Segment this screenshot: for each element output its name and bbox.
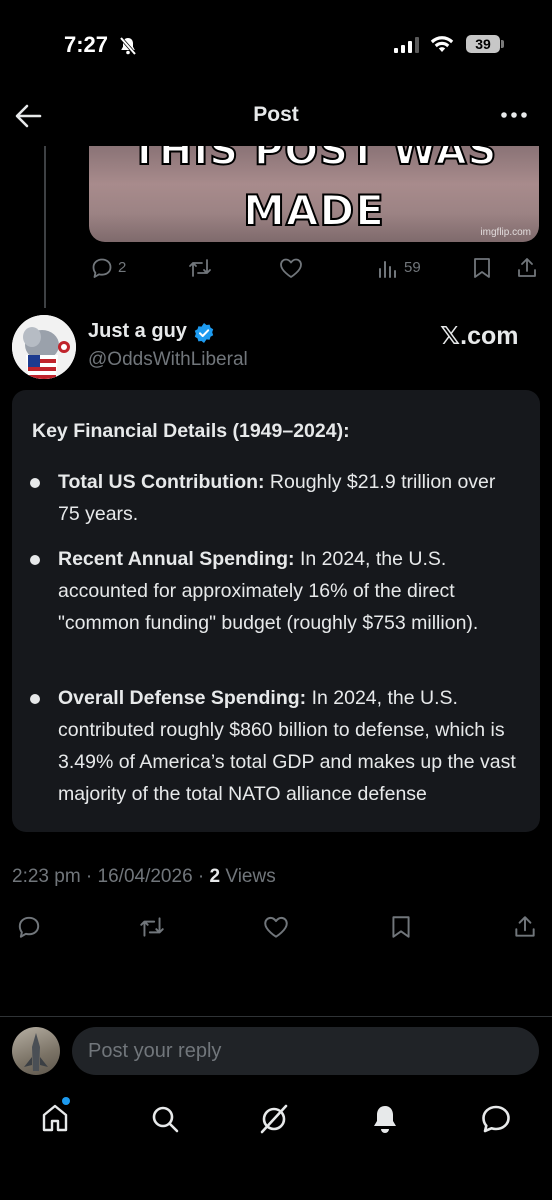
post-views-count: 2 <box>209 866 221 887</box>
reply-input[interactable]: Post your reply <box>72 1027 539 1075</box>
reply-placeholder: Post your reply <box>88 1040 222 1062</box>
more-icon[interactable] <box>500 108 528 122</box>
meme-watermark: imgflip.com <box>480 227 531 238</box>
main-repost-button[interactable] <box>138 914 166 940</box>
bookmark-icon <box>392 916 410 938</box>
reply-avatar[interactable] <box>12 1027 60 1075</box>
bullet-label: Total US Contribution: <box>58 471 265 493</box>
thread-line <box>44 146 46 308</box>
reply-icon <box>92 258 112 278</box>
divider <box>0 1016 552 1017</box>
bullet-item: Overall Defense Spending: In 2024, the U… <box>58 682 518 810</box>
bullet-marker <box>30 694 40 704</box>
search-icon <box>152 1106 179 1133</box>
bell-slash-icon <box>118 36 138 56</box>
post-meta: 2:23 pm · 16/04/2026 · 2 Views <box>12 866 276 888</box>
like-button[interactable] <box>278 256 304 280</box>
battery-tip <box>501 40 504 48</box>
main-bookmark-button[interactable] <box>389 914 413 940</box>
bullet-item: Total US Contribution: Roughly $21.9 tri… <box>58 466 518 530</box>
verified-badge-icon <box>193 322 215 344</box>
like-icon <box>264 916 288 938</box>
repost-button[interactable] <box>187 256 213 280</box>
post-views-label: Views <box>220 866 276 887</box>
repost-icon <box>140 917 164 937</box>
like-icon <box>280 258 302 278</box>
source-label: 𝕏.com <box>440 322 519 350</box>
post-text-card: Key Financial Details (1949–2024): Total… <box>12 390 540 832</box>
nav-messages[interactable] <box>480 1104 512 1134</box>
meme-caption-top: THIS POST WAS <box>130 146 498 175</box>
main-like-button[interactable] <box>262 914 290 940</box>
home-icon <box>42 1104 68 1132</box>
bullet-item: Recent Annual Spending: In 2024, the U.S… <box>58 543 518 639</box>
author-name[interactable]: Just a guy <box>88 320 187 343</box>
bookmark-button[interactable] <box>471 256 493 280</box>
bullet-label: Recent Annual Spending: <box>58 548 295 570</box>
nav-notifications[interactable] <box>371 1103 399 1135</box>
meme-caption-bottom: MADE <box>242 185 385 236</box>
card-title: Key Financial Details (1949–2024): <box>32 420 350 442</box>
share-icon <box>518 258 536 277</box>
status-time: 7:27 <box>64 32 109 57</box>
reply-count: 2 <box>118 259 127 276</box>
reply-icon <box>18 916 40 938</box>
nav-home[interactable] <box>40 1102 70 1134</box>
share-icon <box>515 916 535 937</box>
page-title: Post <box>253 103 299 126</box>
avatar[interactable] <box>12 315 76 379</box>
signal-icon <box>394 37 420 53</box>
grok-icon <box>260 1104 288 1134</box>
nav-search[interactable] <box>150 1104 180 1134</box>
notifications-icon <box>374 1106 396 1133</box>
battery-icon: 39 <box>466 35 500 53</box>
share-button[interactable] <box>515 256 539 280</box>
wifi-icon <box>430 35 454 53</box>
bullet-marker <box>30 478 40 488</box>
bookmark-icon <box>474 258 490 278</box>
bullet-marker <box>30 555 40 565</box>
home-notification-dot <box>62 1097 70 1105</box>
views-count: 59 <box>404 259 421 276</box>
nav-grok[interactable] <box>258 1103 290 1135</box>
repost-icon <box>189 259 211 277</box>
post-timestamp[interactable]: 2:23 pm · 16/04/2026 · <box>12 866 210 887</box>
main-share-button[interactable] <box>512 914 538 940</box>
main-reply-button[interactable] <box>16 914 42 940</box>
bullet-label: Overall Defense Spending: <box>58 687 307 709</box>
views-icon <box>379 261 396 278</box>
meme-image[interactable]: THIS POST WAS MADE imgflip.com <box>89 146 539 242</box>
messages-icon <box>482 1105 510 1133</box>
author-handle[interactable]: @OddsWithLiberal <box>88 349 248 371</box>
